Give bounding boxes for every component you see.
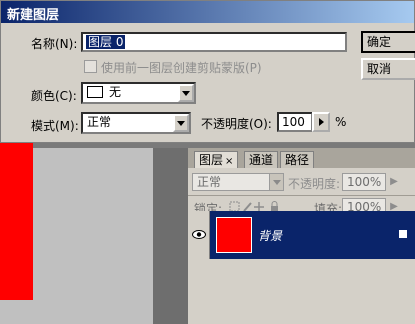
tab-layers[interactable]: 图层 × xyxy=(194,151,239,168)
layer-name-field[interactable]: 图层 0 xyxy=(81,32,347,52)
name-label: 名称(N): xyxy=(31,37,78,51)
clipping-mask-checkbox[interactable] xyxy=(84,60,97,73)
red-canvas-content xyxy=(0,140,33,300)
layer-name-value: 图层 0 xyxy=(86,35,126,49)
layer-thumbnail xyxy=(216,217,252,253)
opacity-value: 100 xyxy=(282,115,305,129)
clipping-mask-label: 使用前一图层创建剪贴蒙版(P) xyxy=(101,61,262,75)
layer-opacity-input[interactable]: 100% xyxy=(342,173,386,191)
tab-paths-label: 路径 xyxy=(285,153,310,167)
lock-transparent-icon[interactable] xyxy=(229,201,240,212)
new-layer-dialog: 新建图层 名称(N): 图层 0 使用前一图层创建剪贴蒙版(P) 颜色(C): … xyxy=(0,0,415,143)
layers-panel: 图层 × 通道 路径 正常 不透明度: 100% ▶ 锁定: 填充: 100% ▶ xyxy=(188,148,415,324)
tab-channels[interactable]: 通道 xyxy=(244,151,279,168)
opacity-field[interactable]: 100 xyxy=(277,112,313,132)
layer-lock-icon xyxy=(399,230,407,238)
cancel-button[interactable]: 取消 xyxy=(361,58,415,80)
layer-name[interactable]: 背景 xyxy=(258,227,282,244)
blend-mode-value: 正常 xyxy=(197,175,222,189)
ok-button[interactable]: 确定 xyxy=(361,31,415,53)
color-value: 无 xyxy=(109,85,122,99)
layer-opacity-label: 不透明度: xyxy=(288,177,341,191)
dialog-title: 新建图层 xyxy=(7,8,60,23)
layer-row[interactable]: 背景 xyxy=(188,211,415,259)
layer-opacity-value: 100% xyxy=(347,175,382,189)
color-label: 颜色(C): xyxy=(31,89,77,103)
palette-tabs: 图层 × 通道 路径 xyxy=(188,148,415,168)
blend-mode-select[interactable]: 正常 xyxy=(192,173,284,191)
tab-layers-label: 图层 xyxy=(199,153,224,167)
mode-value: 正常 xyxy=(87,115,112,129)
visibility-cell[interactable] xyxy=(188,211,210,259)
dialog-titlebar[interactable]: 新建图层 xyxy=(1,1,414,23)
dropdown-arrow-icon[interactable] xyxy=(173,114,189,132)
lock-brush-icon[interactable] xyxy=(243,202,252,212)
eye-icon[interactable] xyxy=(192,230,206,239)
dropdown-arrow-icon[interactable] xyxy=(178,84,194,102)
close-icon[interactable]: × xyxy=(225,156,233,167)
opacity-label: 不透明度(O): xyxy=(201,117,272,131)
percent-sign: % xyxy=(335,115,347,129)
color-swatch xyxy=(87,86,103,98)
color-select[interactable]: 无 xyxy=(81,82,196,104)
workspace-gutter xyxy=(153,148,188,324)
tab-paths[interactable]: 路径 xyxy=(280,151,315,168)
opacity-slider-button[interactable] xyxy=(312,112,330,132)
tab-channels-label: 通道 xyxy=(249,153,274,167)
dropdown-arrow-icon xyxy=(269,174,283,190)
flyout-arrow-icon[interactable]: ▶ xyxy=(388,174,400,190)
mode-label: 模式(M): xyxy=(31,119,79,133)
mode-select[interactable]: 正常 xyxy=(81,112,191,134)
divider xyxy=(188,195,415,196)
